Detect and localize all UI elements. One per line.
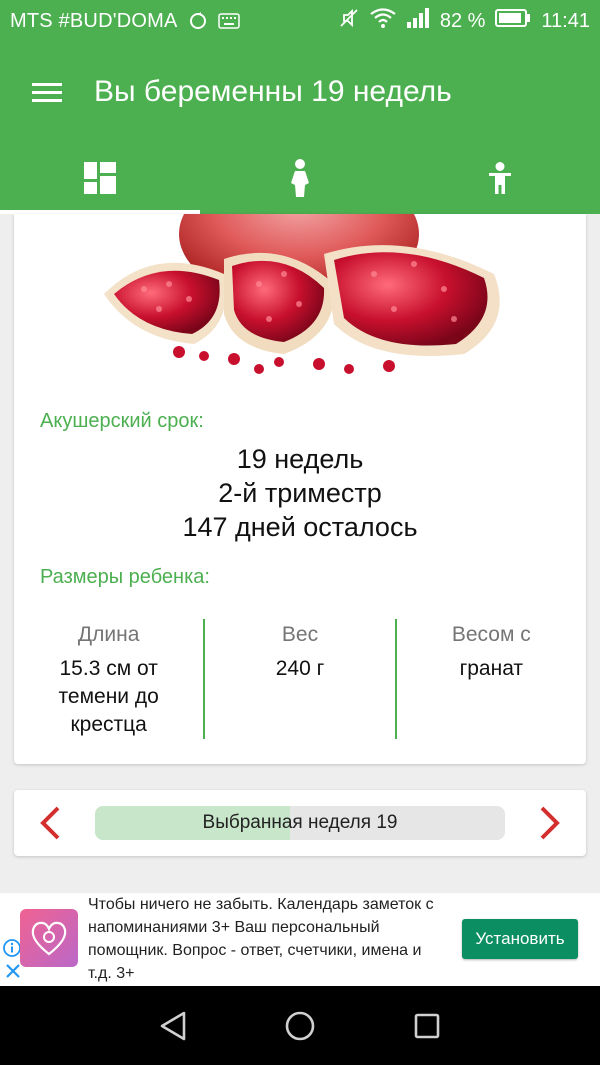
size-compare: Весом с гранат (394, 619, 586, 739)
back-button[interactable] (143, 996, 203, 1056)
battery-percent: 82 % (439, 9, 486, 32)
size-compare-value: гранат (459, 657, 524, 680)
tab-dashboard[interactable] (0, 142, 200, 214)
carrier-name: MTS #BUD'DOMA (10, 9, 178, 32)
ad-app-logo[interactable] (20, 909, 78, 967)
term-trimester: 2-й триместр (218, 478, 382, 508)
size-weight: Вес 240 г (203, 619, 394, 739)
baby-sizes-label: Размеры ребенка: (40, 566, 210, 588)
size-length-head: Длина (77, 623, 140, 646)
clock: 11:41 (541, 9, 590, 32)
home-circle-icon (285, 1011, 315, 1040)
wifi-icon (370, 8, 396, 34)
dashboard-icon (84, 162, 116, 194)
pregnancy-info-card: Акушерский срок: 19 недель 2-й триместр … (14, 214, 586, 764)
recents-button[interactable] (397, 996, 457, 1056)
battery-icon (495, 9, 531, 33)
prev-week-button[interactable] (20, 790, 80, 856)
tab-bar (0, 142, 600, 214)
woman-icon (291, 159, 309, 197)
app-bar: Вы беременны 19 недель (0, 42, 600, 142)
install-button[interactable]: Установить (462, 919, 578, 959)
term-summary: 19 недель 2-й триместр 147 дней осталось (14, 442, 586, 544)
pomegranate-image (104, 214, 500, 374)
selected-week-label: Выбранная неделя 19 (202, 812, 398, 833)
term-weeks: 19 недель (236, 444, 364, 474)
mute-icon (338, 7, 360, 35)
ad-text[interactable]: Чтобы ничего не забыть. Календарь замето… (88, 893, 448, 985)
chevron-left-icon (40, 806, 60, 840)
ad-close-icon[interactable] (4, 962, 22, 985)
child-icon (489, 162, 511, 194)
back-triangle-icon (161, 1011, 186, 1040)
signal-icon (406, 8, 430, 34)
heart-baby-icon (31, 921, 67, 956)
size-weight-head: Вес (281, 623, 319, 646)
sync-icon (188, 11, 208, 31)
chevron-right-icon (540, 806, 560, 840)
keyboard-icon (217, 13, 240, 29)
next-week-button[interactable] (520, 790, 580, 856)
baby-sizes: Длина 15.3 см от темени до крестца Вес 2… (14, 619, 586, 739)
system-nav-bar (0, 986, 600, 1065)
recents-square-icon (414, 1013, 439, 1038)
menu-button[interactable] (0, 42, 94, 142)
size-length: Длина 15.3 см от темени до крестца (14, 619, 203, 739)
size-compare-head: Весом с (451, 623, 531, 646)
term-days-left: 147 дней осталось (182, 512, 418, 542)
home-button[interactable] (270, 996, 330, 1056)
hamburger-icon (32, 78, 62, 107)
tab-child[interactable] (400, 142, 600, 214)
tab-mother[interactable] (200, 142, 400, 214)
status-bar: MTS #BUD'DOMA 82 % 11:41 (0, 0, 600, 42)
ad-info-icon[interactable] (2, 938, 22, 963)
week-progress[interactable]: Выбранная неделя 19 (95, 806, 505, 840)
week-selector: Выбранная неделя 19 (14, 790, 586, 856)
obstetric-term-label: Акушерский срок: (40, 410, 204, 432)
page-title: Вы беременны 19 недель (94, 75, 452, 108)
size-length-value: 15.3 см от темени до крестца (58, 657, 159, 736)
size-weight-value: 240 г (275, 657, 325, 680)
